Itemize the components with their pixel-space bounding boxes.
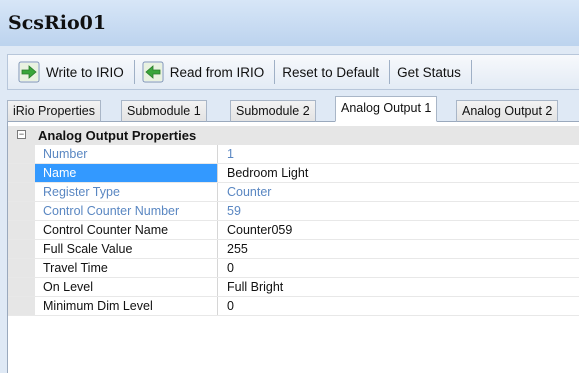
property-row-control-counter-name[interactable]: Control Counter Name Counter059 bbox=[8, 221, 579, 240]
arrow-left-icon bbox=[142, 61, 164, 83]
property-row-register-type[interactable]: Register Type Counter bbox=[8, 183, 579, 202]
property-value: 59 bbox=[227, 204, 241, 218]
toolbar-separator bbox=[133, 60, 135, 84]
property-row-on-level[interactable]: On Level Full Bright bbox=[8, 278, 579, 297]
toolbar-separator bbox=[389, 60, 391, 84]
property-value: 1 bbox=[227, 147, 234, 161]
property-row-minimum-dim-level[interactable]: Minimum Dim Level 0 bbox=[8, 297, 579, 316]
row-gutter bbox=[8, 240, 35, 258]
reset-to-default-label: Reset to Default bbox=[282, 64, 380, 80]
property-row-name[interactable]: Name Bedroom Light bbox=[8, 164, 579, 183]
row-gutter bbox=[8, 145, 35, 163]
row-gutter bbox=[8, 221, 35, 239]
get-status-button[interactable]: Get Status bbox=[393, 58, 468, 86]
property-value-input[interactable]: 0 bbox=[219, 297, 579, 315]
category-row: − Analog Output Properties bbox=[8, 126, 579, 145]
tab-strip: iRio Properties Submodule 1 Submodule 2 … bbox=[7, 96, 579, 122]
property-value-input[interactable]: Bedroom Light bbox=[219, 164, 579, 182]
property-row-travel-time[interactable]: Travel Time 0 bbox=[8, 259, 579, 278]
tab-submodule-2[interactable]: Submodule 2 bbox=[230, 100, 316, 122]
read-from-irio-button[interactable]: Read from IRIO bbox=[138, 58, 272, 86]
property-name: Control Counter Number bbox=[35, 202, 218, 220]
read-from-irio-label: Read from IRIO bbox=[169, 64, 265, 80]
window-title-bar: ScsRio01 bbox=[0, 0, 579, 46]
property-name: Minimum Dim Level bbox=[35, 297, 218, 315]
row-gutter bbox=[8, 259, 35, 277]
property-name: On Level bbox=[35, 278, 218, 296]
property-name: Control Counter Name bbox=[35, 221, 218, 239]
property-row-full-scale-value[interactable]: Full Scale Value 255 bbox=[8, 240, 579, 259]
tab-analog-output-2[interactable]: Analog Output 2 bbox=[456, 100, 559, 122]
write-to-irio-button[interactable]: Write to IRIO bbox=[14, 58, 131, 86]
property-name: Name bbox=[35, 164, 218, 182]
property-grid: − Analog Output Properties Number 1 Name… bbox=[7, 122, 579, 373]
window-title: ScsRio01 bbox=[8, 12, 107, 34]
arrow-right-icon bbox=[18, 61, 40, 83]
toolbar: Write to IRIO Read from IRIO Reset to De… bbox=[7, 54, 579, 90]
row-gutter bbox=[8, 297, 35, 315]
toolbar-separator bbox=[470, 60, 472, 84]
tab-submodule-1[interactable]: Submodule 1 bbox=[121, 100, 207, 122]
property-name: Full Scale Value bbox=[35, 240, 218, 258]
tab-irio-properties[interactable]: iRio Properties bbox=[7, 100, 101, 122]
category-label: Analog Output Properties bbox=[38, 128, 197, 143]
toolbar-separator bbox=[274, 60, 276, 84]
property-row-number[interactable]: Number 1 bbox=[8, 145, 579, 164]
property-value: Counter bbox=[227, 185, 272, 199]
tab-analog-output-1[interactable]: Analog Output 1 bbox=[335, 96, 438, 122]
reset-to-default-button[interactable]: Reset to Default bbox=[278, 58, 386, 86]
property-name: Register Type bbox=[35, 183, 218, 201]
property-name: Travel Time bbox=[35, 259, 218, 277]
write-to-irio-label: Write to IRIO bbox=[46, 64, 124, 80]
row-gutter bbox=[8, 202, 35, 220]
property-value-input[interactable]: 0 bbox=[219, 259, 579, 277]
row-gutter bbox=[8, 278, 35, 296]
collapse-toggle-icon[interactable]: − bbox=[17, 130, 26, 139]
get-status-label: Get Status bbox=[397, 64, 461, 80]
row-gutter bbox=[8, 164, 35, 182]
property-value-input[interactable]: Counter059 bbox=[219, 221, 579, 239]
row-gutter bbox=[8, 183, 35, 201]
property-name: Number bbox=[35, 145, 218, 163]
property-value-input[interactable]: Full Bright bbox=[219, 278, 579, 296]
property-value-input[interactable]: 255 bbox=[219, 240, 579, 258]
property-row-control-counter-number[interactable]: Control Counter Number 59 bbox=[8, 202, 579, 221]
